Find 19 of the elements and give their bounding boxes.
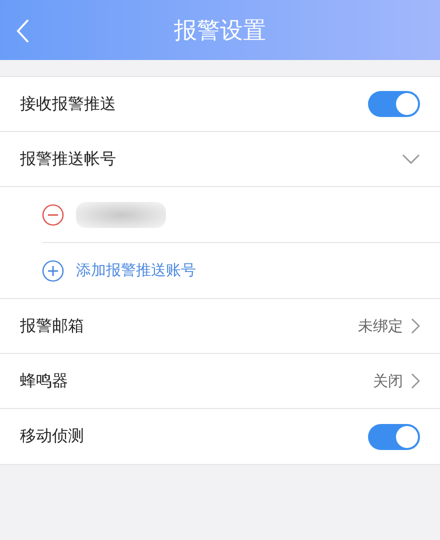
add-account-link[interactable]: 添加报警推送账号 <box>76 261 196 280</box>
setting-value: 未绑定 <box>358 316 403 336</box>
setting-label: 报警邮箱 <box>20 316 85 336</box>
setting-row[interactable]: 报警邮箱 未绑定 <box>0 299 440 354</box>
remove-icon[interactable] <box>42 204 64 226</box>
chevron-right-icon <box>411 318 420 334</box>
setting-label: 报警推送帐号 <box>20 148 117 170</box>
setting-label: 接收报警推送 <box>20 94 117 114</box>
toggle-switch[interactable] <box>368 91 420 117</box>
setting-label: 蜂鸣器 <box>20 370 69 392</box>
back-icon[interactable] <box>16 19 30 43</box>
setting-label: 移动侦测 <box>20 426 85 447</box>
chevron-right-icon <box>411 373 420 389</box>
page-title: 报警设置 <box>174 16 266 46</box>
setting-row[interactable]: 蜂鸣器 关闭 <box>0 354 440 409</box>
setting-value: 关闭 <box>373 372 403 390</box>
toggle-switch[interactable] <box>368 424 420 450</box>
add-icon[interactable] <box>42 260 64 282</box>
expandable-row[interactable]: 报警推送帐号 <box>0 132 440 187</box>
